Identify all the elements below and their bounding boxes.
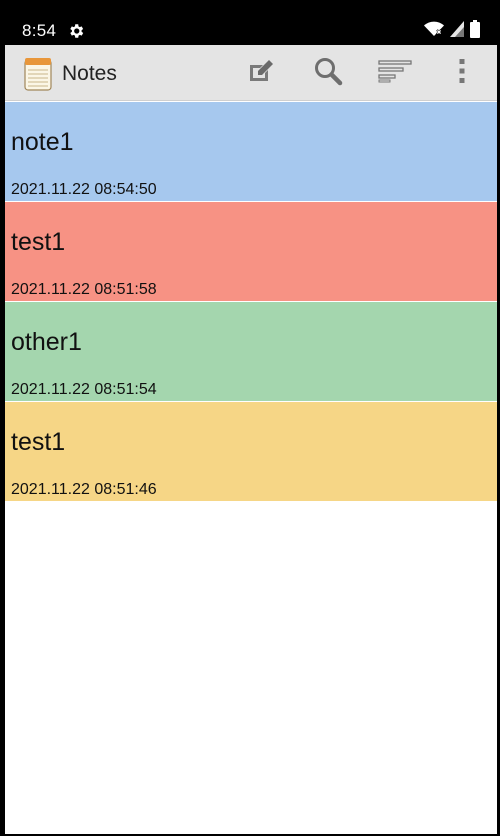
note-date: 2021.11.22 08:54:50 [11,181,157,198]
overflow-menu-button[interactable] [442,53,482,93]
overflow-menu-icon [458,58,466,89]
search-button[interactable] [308,53,348,93]
note-title: other1 [11,328,82,356]
cell-signal-icon [450,20,464,42]
note-date: 2021.11.22 08:51:54 [11,381,157,398]
note-item[interactable]: other1 2021.11.22 08:51:54 [5,302,497,402]
search-icon [313,56,343,91]
note-item[interactable]: test1 2021.11.22 08:51:46 [5,402,497,502]
status-bar: 8:54 [0,0,500,45]
compose-button[interactable] [241,53,281,93]
notepad-app-icon [24,57,52,91]
note-title: note1 [11,128,74,156]
note-title: test1 [11,228,66,256]
sort-icon [378,59,412,88]
note-date: 2021.11.22 08:51:58 [11,281,157,298]
battery-icon [470,19,480,43]
status-time: 8:54 [22,21,57,40]
compose-icon [248,59,274,88]
settings-gear-icon [67,22,85,40]
app-title: Notes [62,62,117,85]
wifi-icon [424,21,444,42]
app-window: Notes note1 2021.11.22 08:54:50 test1 20… [5,45,497,834]
note-list: note1 2021.11.22 08:54:50 test1 2021.11.… [5,102,497,502]
note-item[interactable]: note1 2021.11.22 08:54:50 [5,102,497,202]
note-title: test1 [11,428,66,456]
action-bar: Notes [5,45,497,101]
sort-button[interactable] [375,53,415,93]
note-date: 2021.11.22 08:51:46 [11,481,157,498]
note-item[interactable]: test1 2021.11.22 08:51:58 [5,202,497,302]
